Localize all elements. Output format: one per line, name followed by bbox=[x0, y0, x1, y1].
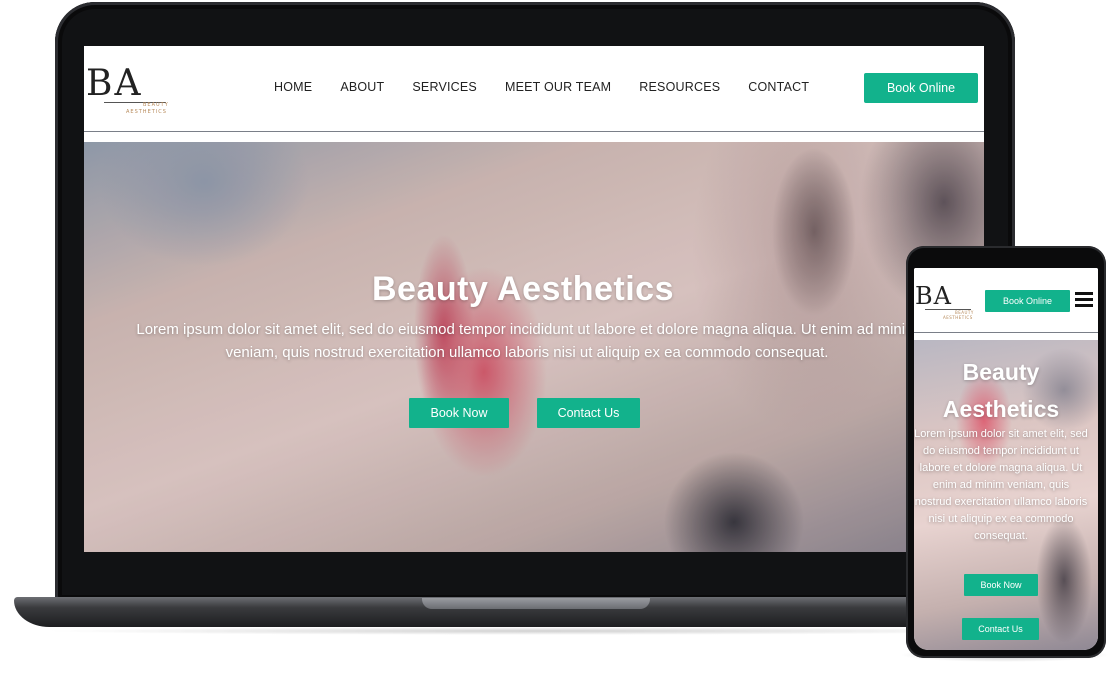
mobile-logo-subtitle-2: AESTHETICS bbox=[943, 315, 973, 320]
mobile-brand-logo[interactable]: BA BEAUTY AESTHETICS bbox=[915, 282, 975, 322]
logo-subtitle-2: AESTHETICS bbox=[126, 109, 167, 115]
hamburger-menu-icon[interactable] bbox=[1075, 292, 1093, 308]
mobile-hero-description: Lorem ipsum dolor sit amet elit, sed do … bbox=[914, 428, 1088, 542]
nav-item-services[interactable]: SERVICES bbox=[412, 80, 477, 94]
mobile-contact-us-button[interactable]: Contact Us bbox=[962, 618, 1039, 640]
brand-logo[interactable]: BA BEAUTY AESTHETICS bbox=[86, 63, 170, 116]
nav-item-about[interactable]: ABOUT bbox=[340, 80, 384, 94]
laptop-notch bbox=[422, 598, 650, 609]
laptop-screen: BA BEAUTY AESTHETICS HOME ABOUT SERVICES… bbox=[84, 46, 984, 552]
main-nav: HOME ABOUT SERVICES MEET OUR TEAM RESOUR… bbox=[274, 80, 837, 94]
header-gap bbox=[84, 132, 984, 142]
logo-mark: BA bbox=[86, 63, 143, 104]
mobile-header: BA BEAUTY AESTHETICS Book Online bbox=[914, 268, 1098, 332]
menu-bar bbox=[1075, 292, 1093, 295]
nav-item-meet-our-team[interactable]: MEET OUR TEAM bbox=[505, 80, 611, 94]
mobile-logo-mark: BA bbox=[915, 282, 952, 310]
site-header: BA BEAUTY AESTHETICS HOME ABOUT SERVICES… bbox=[84, 46, 984, 131]
mobile-book-now-button[interactable]: Book Now bbox=[964, 574, 1038, 596]
book-now-button[interactable]: Book Now bbox=[409, 398, 509, 428]
mobile-hero-section: Beauty Aesthetics Lorem ipsum dolor sit … bbox=[914, 340, 1098, 650]
hero-description: Lorem ipsum dolor sit amet elit, sed do … bbox=[136, 321, 918, 361]
mobile-hero-title: Beauty Aesthetics bbox=[942, 359, 1060, 422]
menu-bar bbox=[1075, 304, 1093, 307]
menu-bar bbox=[1075, 298, 1093, 301]
nav-item-contact[interactable]: CONTACT bbox=[748, 80, 809, 94]
mobile-book-online-button[interactable]: Book Online bbox=[985, 290, 1070, 312]
mobile-header-divider bbox=[914, 332, 1098, 333]
nav-item-home[interactable]: HOME bbox=[274, 80, 312, 94]
contact-us-button[interactable]: Contact Us bbox=[537, 398, 640, 428]
phone-screen: BA BEAUTY AESTHETICS Book Online Beauty … bbox=[914, 268, 1098, 650]
logo-subtitle-1: BEAUTY bbox=[143, 102, 169, 108]
nav-item-resources[interactable]: RESOURCES bbox=[639, 80, 720, 94]
hero-section: Beauty Aesthetics Lorem ipsum dolor sit … bbox=[84, 142, 984, 552]
book-online-button[interactable]: Book Online bbox=[864, 73, 978, 103]
laptop-shadow bbox=[40, 627, 1040, 635]
hero-title: Beauty Aesthetics bbox=[371, 270, 674, 308]
